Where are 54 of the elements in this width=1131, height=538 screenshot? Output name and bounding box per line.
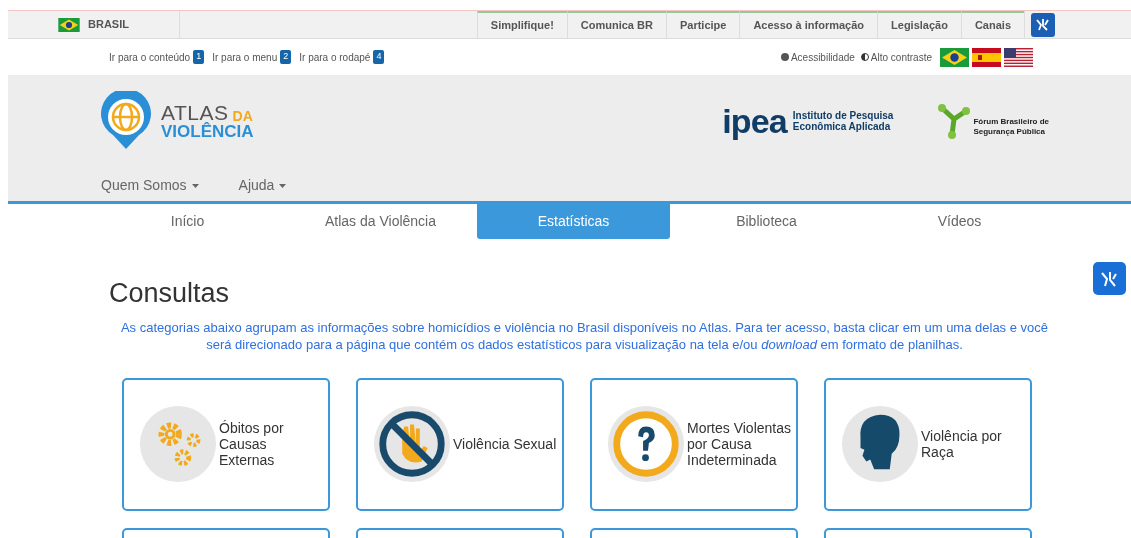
key-badge: 1 bbox=[193, 50, 205, 64]
logo-word: ATLAS bbox=[161, 102, 229, 123]
government-link[interactable]: Canais bbox=[960, 11, 1024, 38]
ipea-logo: ipea bbox=[722, 104, 787, 138]
card-label: Mortes Violentas por Causa Indeterminada bbox=[687, 420, 791, 469]
question-icon bbox=[607, 405, 685, 484]
country-label[interactable]: BRASIL bbox=[88, 16, 129, 33]
category-card[interactable]: Violência por Raça bbox=[824, 377, 1032, 511]
contrast-icon bbox=[860, 53, 869, 61]
head-silhouette-icon bbox=[841, 405, 919, 484]
skip-link[interactable]: Ir para o rodapé 4 bbox=[299, 49, 385, 65]
government-link[interactable]: Legislação bbox=[877, 11, 961, 38]
category-card[interactable]: Mortes Violentas por Causa Indeterminada bbox=[590, 377, 798, 511]
menu-dropdown[interactable]: Quem Somos bbox=[101, 175, 199, 196]
caret-icon bbox=[279, 183, 287, 188]
ipea-name-line: Instituto de Pesquisa bbox=[792, 110, 894, 121]
category-card[interactable]: Violência Sexual bbox=[356, 377, 564, 511]
nav-tab[interactable]: Vídeos bbox=[863, 204, 1056, 239]
forum-name-line: Segurança Pública bbox=[973, 127, 1046, 137]
nav-tab[interactable]: Atlas da Violência bbox=[284, 204, 477, 239]
no-hand-icon bbox=[373, 405, 451, 484]
logo-word: DA bbox=[232, 109, 253, 123]
caret-icon bbox=[191, 183, 199, 188]
skip-link[interactable]: Ir para o conteúdo 1 bbox=[109, 49, 205, 65]
globe-pin-logo-icon bbox=[99, 91, 153, 151]
brazil-flag-icon[interactable] bbox=[940, 47, 969, 67]
government-link[interactable]: Comunica BR bbox=[566, 11, 666, 38]
usa-flag-icon[interactable] bbox=[1004, 47, 1033, 67]
skip-link[interactable]: Ir para o menu 2 bbox=[212, 49, 292, 65]
nav-tab[interactable]: Início bbox=[91, 204, 284, 239]
card-label: Violência por Raça bbox=[921, 428, 1003, 461]
nav-tab[interactable]: Biblioteca bbox=[670, 204, 863, 239]
brazil-flag-icon bbox=[58, 17, 80, 32]
spain-flag-icon[interactable] bbox=[972, 47, 1001, 67]
accessibility-link[interactable]: Acessibilidade bbox=[780, 49, 855, 65]
gears-icon bbox=[139, 405, 217, 484]
menu-dropdown[interactable]: Ajuda bbox=[238, 175, 287, 196]
sign-language-icon[interactable] bbox=[1031, 12, 1055, 37]
ipea-name-line: Econômica Aplicada bbox=[792, 121, 891, 132]
forum-name-line: Fórum Brasileiro de bbox=[973, 117, 1049, 127]
government-link[interactable]: Simplifique! bbox=[476, 11, 567, 38]
card-label: Violência Sexual bbox=[453, 436, 557, 453]
info-icon bbox=[780, 53, 789, 61]
category-card[interactable]: Óbitos por Causas Externas bbox=[122, 377, 330, 511]
forum-logo-icon bbox=[937, 103, 972, 139]
page-title: Consultas bbox=[109, 279, 231, 309]
card-label: Óbitos por Causas Externas bbox=[219, 420, 285, 469]
key-badge: 2 bbox=[280, 50, 292, 64]
intro-paragraph: As categorias abaixo agrupam as informações sobre homicídios e violência no Brasil disponíveis no Atlas. Para ter acesso, basta clicar em um uma delas e você será direcionado para a página que contém os dados estatísticos para visualização na tela e/ou download em formato de planilhas. bbox=[119, 318, 1050, 353]
sign-language-button[interactable] bbox=[1093, 262, 1126, 295]
key-badge: 4 bbox=[373, 50, 385, 64]
government-link[interactable]: Participe bbox=[665, 11, 740, 38]
contrast-link[interactable]: Alto contraste bbox=[860, 49, 932, 65]
government-link[interactable]: Acesso à informação bbox=[739, 11, 878, 38]
